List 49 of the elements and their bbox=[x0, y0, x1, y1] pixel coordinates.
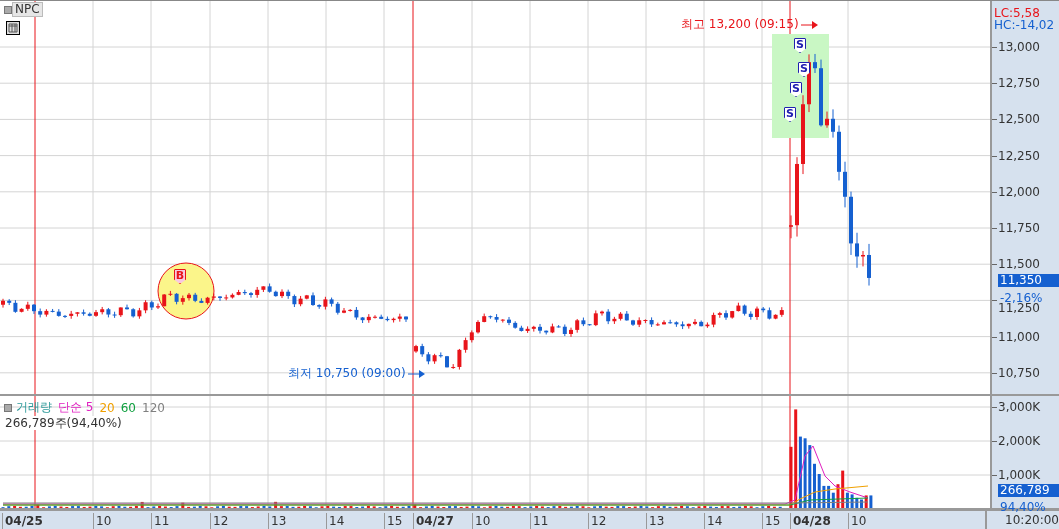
price-tick: 12,000 bbox=[998, 184, 1040, 199]
time-axis-label: 14 bbox=[326, 513, 345, 529]
time-axis-label: 15 bbox=[762, 513, 781, 529]
time-axis-label: 12 bbox=[210, 513, 229, 529]
handle-icon[interactable] bbox=[4, 403, 12, 412]
high-price-note: 최고 13,200 (09:15) bbox=[681, 16, 799, 33]
arrow-icon bbox=[407, 368, 426, 379]
time-axis-label: 04/28 bbox=[790, 513, 831, 529]
time-axis-label: 04/25 bbox=[2, 513, 43, 529]
legend-item: 60 bbox=[120, 400, 136, 415]
legend-item: 20 bbox=[99, 400, 115, 415]
time-axis-label: 11 bbox=[530, 513, 549, 529]
handle-icon[interactable] bbox=[4, 6, 12, 14]
current-time: 10:20:00 bbox=[985, 511, 1059, 529]
volume-tick: 3,000K bbox=[998, 400, 1041, 414]
volume-ratio: 94,40% bbox=[1000, 500, 1046, 514]
legend-item: 거래량 bbox=[16, 399, 52, 416]
current-volume: 266,789 bbox=[998, 484, 1059, 497]
time-axis-label: 13 bbox=[646, 513, 665, 529]
price-tick: 12,500 bbox=[998, 112, 1040, 127]
volume-tick: 1,000K bbox=[998, 468, 1041, 482]
symbol-label: NPC bbox=[12, 2, 43, 17]
hc-value: HC:-14,02 bbox=[994, 18, 1055, 32]
volume-tick: 2,000K bbox=[998, 434, 1041, 448]
time-axis-label: 13 bbox=[268, 513, 287, 529]
time-axis-label: 10 bbox=[472, 513, 491, 529]
table-icon[interactable] bbox=[6, 21, 20, 35]
lc-value: LC:5,58 bbox=[994, 6, 1040, 20]
low-price-note: 최저 10,750 (09:00) bbox=[288, 365, 406, 382]
time-axis-label: 04/27 bbox=[413, 513, 454, 529]
time-axis-label: 10 bbox=[93, 513, 112, 529]
price-tick: 11,750 bbox=[998, 221, 1040, 235]
price-tick: 10,750 bbox=[998, 365, 1040, 380]
time-axis-label: 10 bbox=[848, 513, 867, 529]
time-axis-label: 12 bbox=[588, 513, 607, 529]
current-price: 11,350 bbox=[998, 274, 1059, 287]
time-axis-label: 14 bbox=[704, 513, 723, 529]
price-tick: 12,750 bbox=[998, 76, 1040, 91]
signal-circle bbox=[157, 262, 215, 320]
price-tick: 11,000 bbox=[998, 329, 1040, 344]
arrow-icon bbox=[800, 19, 819, 30]
price-tick: 12,250 bbox=[998, 148, 1040, 163]
time-axis-label: 11 bbox=[151, 513, 170, 529]
price-tick: 13,000 bbox=[998, 40, 1040, 54]
price-tick: 11,500 bbox=[998, 257, 1040, 272]
time-axis-label: 15 bbox=[384, 513, 403, 529]
volume-readout: 266,789주(94,40%) bbox=[5, 416, 122, 430]
legend-item: 단순 5 bbox=[58, 399, 94, 416]
legend-item: 120 bbox=[142, 400, 165, 415]
